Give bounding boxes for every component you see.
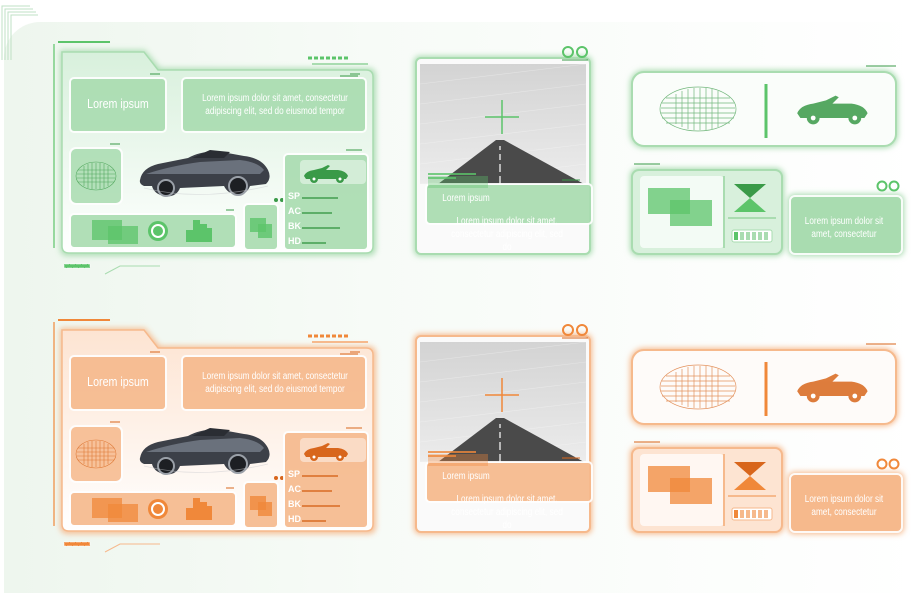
road-caption: Lorem ipsum dolor sit amet, consectetur … bbox=[451, 494, 563, 531]
small-caption: Lorem ipsum dolor sit amet, consectetur bbox=[804, 216, 884, 240]
stat-label-bk: BK bbox=[288, 499, 301, 509]
stat-label-sp: SP bbox=[288, 191, 301, 201]
circle-indicator-icon bbox=[148, 221, 168, 241]
battery-icon bbox=[731, 507, 773, 521]
car-selector-panel bbox=[630, 343, 898, 426]
road-caption: Lorem ipsum dolor sit amet, consectetur … bbox=[451, 216, 563, 253]
dashboard-panel bbox=[53, 41, 376, 275]
small-caption: Lorem ipsum dolor sit amet, consectetur bbox=[804, 494, 884, 518]
paragraph-text: Lorem ipsum dolor sit amet, consectetur … bbox=[202, 93, 348, 117]
stat-label-sp: SP bbox=[288, 469, 301, 479]
timer-panel bbox=[630, 163, 784, 256]
dashboard-panel bbox=[53, 319, 376, 553]
stat-label-hd: HD bbox=[288, 514, 301, 524]
road-label: Lorem ipsum bbox=[442, 193, 490, 204]
timer-panel bbox=[630, 441, 784, 534]
stat-label-ac: AC bbox=[288, 206, 301, 216]
orange-theme-row: Lorem ipsum Lorem ipsum dolor sit amet, … bbox=[0, 316, 922, 596]
headline-text: Lorem ipsum bbox=[87, 96, 149, 111]
circle-indicator-icon bbox=[148, 499, 168, 519]
battery-icon bbox=[731, 229, 773, 243]
headline-text: Lorem ipsum bbox=[87, 374, 149, 389]
paragraph-text: Lorem ipsum dolor sit amet, consectetur … bbox=[202, 371, 348, 395]
stat-label-bk: BK bbox=[288, 221, 301, 231]
car-selector-panel bbox=[630, 65, 898, 148]
road-label: Lorem ipsum bbox=[442, 471, 490, 482]
stat-label-ac: AC bbox=[288, 484, 301, 494]
green-theme-row: Lorem ipsum Lorem ipsum dolor sit amet, … bbox=[0, 38, 922, 318]
stat-label-hd: HD bbox=[288, 236, 301, 246]
